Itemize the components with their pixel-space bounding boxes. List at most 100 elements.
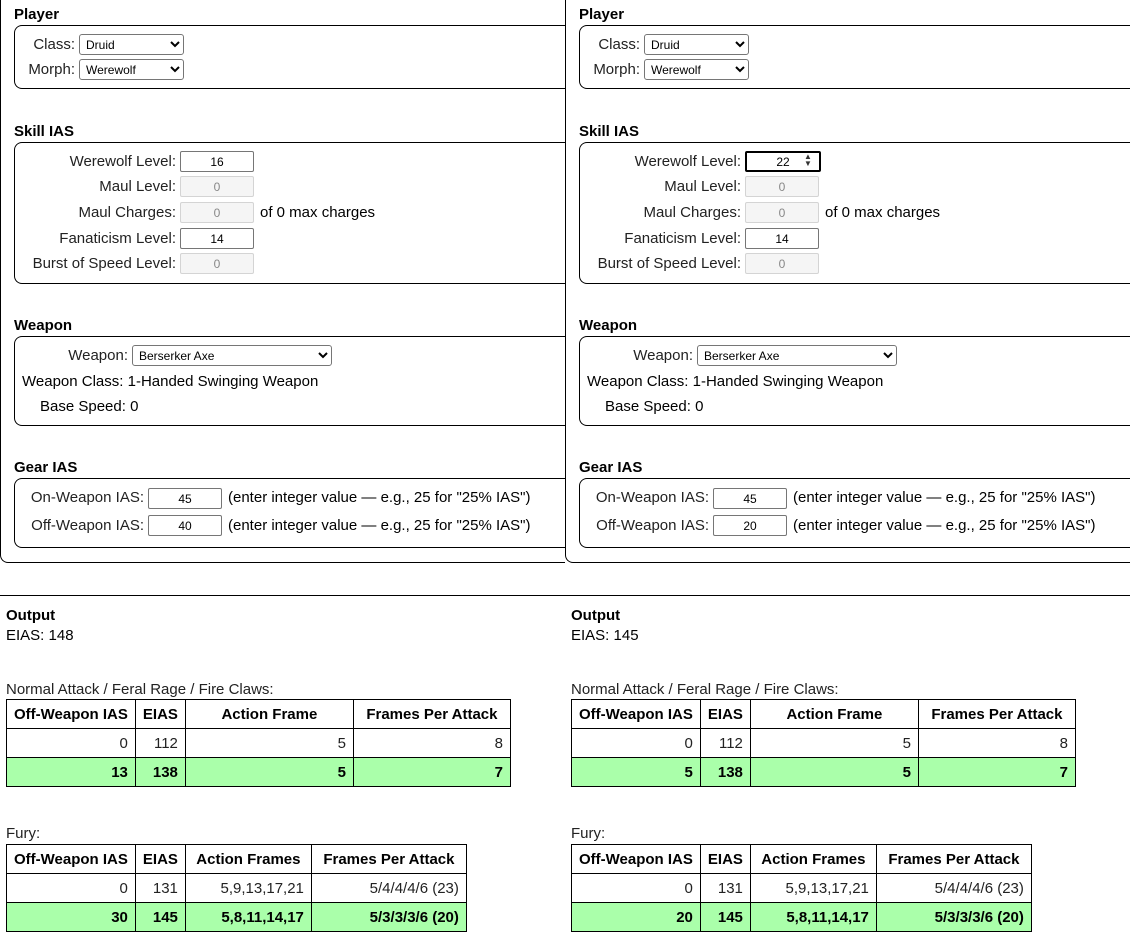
weapon-class-text: Weapon Class: 1-Handed Swinging Weapon [587, 373, 884, 390]
table-row: 0 131 5,9,13,17,21 5/4/4/4/6 (23) [571, 873, 1032, 903]
table-cell: 8 [352, 728, 511, 758]
burst-of-speed-label: Burst of Speed Level: [32, 255, 176, 272]
table-cell: 5 [749, 728, 919, 758]
table-cell: 5/4/4/4/6 (23) [310, 873, 467, 903]
header-off-weapon-ias: Off-Weapon IAS [6, 844, 136, 874]
header-off-weapon-ias: Off-Weapon IAS [571, 699, 701, 729]
fanaticism-level-label: Fanaticism Level: [624, 230, 741, 247]
table-cell: 5,9,13,17,21 [184, 873, 312, 903]
table-header-row: Off-Weapon IAS EIAS Action Frames Frames… [571, 844, 1032, 874]
werewolf-level-input[interactable] [180, 151, 254, 172]
table-row: 0 131 5,9,13,17,21 5/4/4/4/6 (23) [6, 873, 467, 903]
maul-level-label: Maul Level: [99, 178, 176, 195]
normal-attack-table: Off-Weapon IAS EIAS Action Frame Frames … [6, 699, 511, 787]
weapon-label: Weapon: [633, 347, 693, 364]
on-weapon-ias-hint: (enter integer value — e.g., 25 for "25%… [793, 489, 1096, 506]
table-cell: 30 [6, 902, 136, 932]
morph-label: Morph: [28, 61, 75, 78]
header-frames-per-attack: Frames Per Attack [917, 699, 1076, 729]
maul-level-input [180, 176, 254, 197]
class-select[interactable]: Druid [644, 34, 749, 55]
normal-attack-caption: Normal Attack / Feral Rage / Fire Claws: [571, 681, 839, 698]
on-weapon-ias-input[interactable] [713, 488, 787, 509]
table-cell: 5 [571, 757, 701, 787]
table-cell: 112 [134, 728, 186, 758]
table-cell: 5,9,13,17,21 [749, 873, 877, 903]
on-weapon-ias-input[interactable] [148, 488, 222, 509]
burst-of-speed-input [745, 253, 819, 274]
header-frames-per-attack: Frames Per Attack [310, 844, 467, 874]
off-weapon-ias-label: Off-Weapon IAS: [596, 517, 709, 534]
base-speed-text: Base Speed: 0 [40, 398, 139, 415]
table-cell: 7 [917, 757, 1076, 787]
off-weapon-ias-label: Off-Weapon IAS: [31, 517, 144, 534]
header-off-weapon-ias: Off-Weapon IAS [571, 844, 701, 874]
off-weapon-ias-input[interactable] [713, 515, 787, 536]
header-action-frames: Action Frames [184, 844, 312, 874]
normal-attack-table: Off-Weapon IAS EIAS Action Frame Frames … [571, 699, 1076, 787]
header-eias: EIAS [699, 844, 751, 874]
table-cell: 145 [699, 902, 751, 932]
fury-caption: Fury: [571, 825, 606, 842]
maul-charges-label: Maul Charges: [78, 204, 176, 221]
header-eias: EIAS [699, 699, 751, 729]
on-weapon-ias-label: On-Weapon IAS: [30, 489, 144, 506]
header-off-weapon-ias: Off-Weapon IAS [6, 699, 136, 729]
header-eias: EIAS [134, 844, 186, 874]
maul-charges-input [745, 202, 819, 223]
table-cell: 13 [6, 757, 136, 787]
morph-select[interactable]: Werewolf [644, 59, 749, 80]
table-cell: 112 [699, 728, 751, 758]
output-eias: EIAS: 145 [571, 627, 639, 644]
header-frames-per-attack: Frames Per Attack [352, 699, 511, 729]
maul-level-label: Maul Level: [664, 178, 741, 195]
maul-charges-suffix: of 0 max charges [260, 204, 376, 221]
werewolf-level-label: Werewolf Level: [634, 153, 741, 170]
gear-section-title: Gear IAS [579, 459, 643, 476]
table-cell: 0 [571, 728, 701, 758]
base-speed-text: Base Speed: 0 [605, 398, 704, 415]
class-select[interactable]: Druid [79, 34, 184, 55]
werewolf-level-label: Werewolf Level: [69, 153, 176, 170]
maul-charges-input [180, 202, 254, 223]
right-calculator-panel: Player Class: Druid Morph: Werewolf Skil… [565, 0, 1130, 944]
off-weapon-ias-hint: (enter integer value — e.g., 25 for "25%… [228, 517, 531, 534]
header-eias: EIAS [134, 699, 186, 729]
table-cell: 7 [352, 757, 511, 787]
gear-section-title: Gear IAS [14, 459, 78, 476]
skill-section-title: Skill IAS [579, 123, 640, 140]
weapon-class-text: Weapon Class: 1-Handed Swinging Weapon [22, 373, 319, 390]
burst-of-speed-label: Burst of Speed Level: [597, 255, 741, 272]
table-cell: 0 [6, 728, 136, 758]
off-weapon-ias-input[interactable] [148, 515, 222, 536]
table-cell: 131 [134, 873, 186, 903]
table-cell: 8 [917, 728, 1076, 758]
number-spinner-icon[interactable]: ▲ ▼ [803, 153, 813, 168]
fanaticism-level-input[interactable] [745, 228, 819, 249]
skill-section-title: Skill IAS [14, 123, 75, 140]
morph-select[interactable]: Werewolf [79, 59, 184, 80]
table-header-row: Off-Weapon IAS EIAS Action Frame Frames … [6, 699, 511, 729]
header-action-frames: Action Frames [749, 844, 877, 874]
weapon-select[interactable]: Berserker Axe [697, 345, 897, 366]
maul-level-input [745, 176, 819, 197]
table-cell: 145 [134, 902, 186, 932]
table-cell: 5 [184, 757, 354, 787]
weapon-section-title: Weapon [14, 317, 73, 334]
table-header-row: Off-Weapon IAS EIAS Action Frames Frames… [6, 844, 467, 874]
fanaticism-level-input[interactable] [180, 228, 254, 249]
player-section-title: Player [14, 6, 60, 23]
table-cell: 5/4/4/4/6 (23) [875, 873, 1032, 903]
header-frames-per-attack: Frames Per Attack [875, 844, 1032, 874]
class-label: Class: [598, 36, 640, 53]
table-cell: 0 [571, 873, 701, 903]
output-title: Output [571, 607, 621, 624]
weapon-select[interactable]: Berserker Axe [132, 345, 332, 366]
table-row-highlight: 20 145 5,8,11,14,17 5/3/3/3/6 (20) [571, 902, 1032, 932]
class-label: Class: [33, 36, 75, 53]
maul-charges-suffix: of 0 max charges [825, 204, 941, 221]
table-cell: 5 [184, 728, 354, 758]
header-action-frame: Action Frame [184, 699, 354, 729]
output-title: Output [6, 607, 56, 624]
table-cell: 5,8,11,14,17 [749, 902, 877, 932]
